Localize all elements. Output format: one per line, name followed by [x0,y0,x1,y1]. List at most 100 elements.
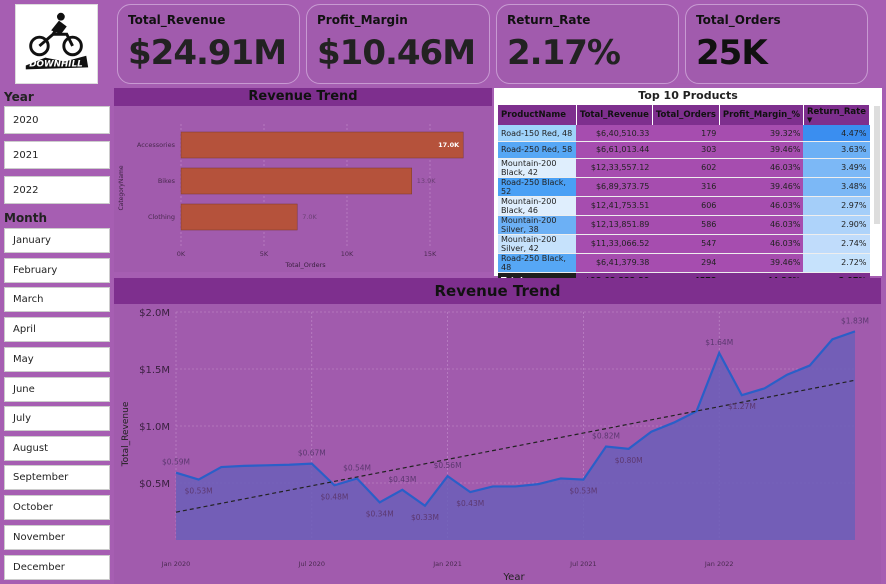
bar-chart-title: Revenue Trend [114,88,492,106]
bar [180,131,464,159]
bar-data-label: 13.9K [417,177,436,185]
revenue-trend-area-panel: Revenue Trend $0.5M $1.0M $1.5M $2.0M Jan 20… [114,278,881,584]
col-header-return-rate-label: Return_Rate [806,107,866,117]
cell-margin: 46.03% [719,234,804,254]
cell-orders: 602 [652,158,720,178]
cell-margin: 39.46% [719,177,804,197]
col-header-revenue[interactable]: Total_Revenue [576,105,653,125]
y-tick-label: $2.0M [139,308,170,319]
x-tick-label: Jan 2021 [432,560,462,568]
revenue-trend-bar-panel: Revenue Trend 0K 5K 10K 15K Accessories 17.0K… [114,88,492,272]
month-option[interactable]: October [4,495,110,520]
bar-chart: 0K 5K 10K 15K Accessories 17.0K Bikes 13.9K Clot… [118,124,464,269]
category-label: Accessories [137,141,176,149]
cell-margin: 46.03% [719,158,804,178]
year-option[interactable]: 2022 [4,176,110,204]
cell-return-rate: 2.72% [803,253,870,273]
cell-revenue: $6,40,510.33 [576,125,653,142]
col-header-product[interactable]: ProductName [498,105,577,125]
y-tick-label: $1.5M [139,365,170,376]
kpi-title: Total_Orders [696,13,781,27]
area-chart: $0.5M $1.0M $1.5M $2.0M Jan 2020 Jul 2020 Jan … [121,308,869,583]
downhill-bike-logo-icon: DOWNHILL [25,12,89,69]
month-slicer-label: Month [4,211,48,225]
month-option[interactable]: November [4,525,110,550]
month-option[interactable]: July [4,406,110,431]
cell-revenue: $12,41,753.51 [576,196,653,216]
line-data-label: $1.83M [841,316,869,325]
x-axis-label: Total_Orders [284,261,326,269]
cell-product-name: Road-250 Red, 58 [498,141,577,159]
cell-margin: 39.46% [719,141,804,159]
year-option[interactable]: 2021 [4,141,110,169]
line-data-label: $0.33M [411,513,439,522]
cell-orders: 316 [652,177,720,197]
col-header-margin[interactable]: Profit_Margin_% [719,105,804,125]
cell-orders: 547 [652,234,720,254]
table-row[interactable]: Road-250 Black, 52 $6,89,373.75 316 39.46% 3… [498,177,870,197]
month-option[interactable]: May [4,347,110,372]
year-option[interactable]: 2020 [4,106,110,134]
line-data-label: $0.48M [320,492,348,501]
x-tick-label: Jan 2022 [704,560,734,568]
kpi-value: 25K [696,33,768,73]
svg-text:DOWNHILL: DOWNHILL [29,59,83,69]
x-tick-label: 15K [424,250,437,258]
table-row[interactable]: Mountain-200 Black, 42 $12,33,557.12 602 46… [498,158,870,178]
kpi-value: $10.46M [317,33,476,73]
month-option[interactable]: March [4,287,110,312]
line-data-label: $0.54M [343,463,371,472]
cell-orders: 606 [652,196,720,216]
cell-margin: 39.32% [719,125,804,142]
cell-product-name: Mountain-200 Silver, 42 [498,234,577,254]
cell-orders: 294 [652,253,720,273]
cell-revenue: $6,89,373.75 [576,177,653,197]
line-data-label: $0.82M [592,432,620,441]
month-option[interactable]: September [4,465,110,490]
kpi-total-revenue: Total_Revenue $24.91M [117,4,300,84]
line-data-label: $0.56M [434,461,462,470]
cell-revenue: $6,61,013.44 [576,141,653,159]
cell-product-name: Mountain-200 Black, 42 [498,158,577,178]
cell-return-rate: 2.97% [803,196,870,216]
month-option[interactable]: June [4,377,110,402]
month-option[interactable]: August [4,436,110,461]
month-option[interactable]: December [4,555,110,580]
cell-return-rate: 3.49% [803,158,870,178]
cell-margin: 46.03% [719,196,804,216]
table-title: Top 10 Products [638,89,738,102]
bar-data-label: 17.0K [438,141,460,149]
line-data-label: $0.59M [162,458,190,467]
line-data-label: $0.53M [569,487,597,496]
cell-return-rate: 2.90% [803,215,870,235]
table-row[interactable]: Mountain-200 Silver, 42 $11,33,066.52 547 4… [498,234,870,254]
bar [180,167,412,195]
category-label: Bikes [158,177,176,185]
table-row[interactable]: Road-150 Red, 48 $6,40,510.33 179 39.32% 4.4… [498,125,870,142]
table-scrollbar[interactable] [874,106,880,224]
x-tick-label: Jul 2020 [298,560,325,568]
kpi-total-orders: Total_Orders 25K [685,4,868,84]
line-data-label: $0.43M [388,475,416,484]
col-header-return-rate[interactable]: Return_Rate ▼ [803,105,871,125]
kpi-return-rate: Return_Rate 2.17% [496,4,679,84]
cell-return-rate: 4.47% [803,125,870,142]
x-tick-label: Jul 2021 [569,560,596,568]
table-row[interactable]: Mountain-200 Silver, 38 $12,13,851.89 586 4… [498,215,870,235]
kpi-title: Return_Rate [507,13,591,27]
cell-product-name: Mountain-200 Black, 46 [498,196,577,216]
kpi-title: Profit_Margin [317,13,408,27]
month-option[interactable]: February [4,258,110,283]
col-header-orders[interactable]: Total_Orders [652,105,720,125]
cell-product-name: Road-250 Black, 48 [498,253,577,273]
table-row[interactable]: Mountain-200 Black, 46 $12,41,753.51 606 46… [498,196,870,216]
y-tick-label: $1.0M [139,422,170,433]
month-option[interactable]: April [4,317,110,342]
month-option[interactable]: January [4,228,110,253]
table-row[interactable]: Road-250 Red, 58 $6,61,013.44 303 39.46% 3.6… [498,141,870,159]
line-data-label: $0.53M [185,487,213,496]
cell-revenue: $6,41,379.38 [576,253,653,273]
cell-return-rate: 3.48% [803,177,870,197]
table-row[interactable]: Road-250 Black, 48 $6,41,379.38 294 39.46% 2… [498,253,870,273]
line-data-label: $1.64M [705,338,733,347]
